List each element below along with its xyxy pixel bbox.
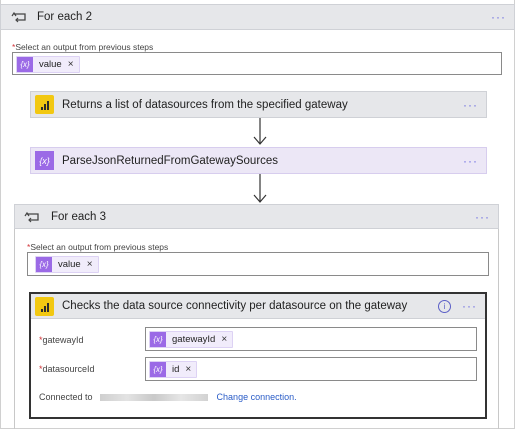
remove-token-icon[interactable]: × bbox=[68, 59, 74, 70]
loop-icon bbox=[11, 11, 26, 23]
for-each-2-select-label: *Select an output from previous steps bbox=[12, 42, 154, 52]
gateway-id-token[interactable]: {x} gatewayId × bbox=[149, 331, 234, 348]
expression-icon: {x} bbox=[150, 332, 166, 347]
connected-to-label: Connected to bbox=[39, 392, 93, 402]
expression-icon: {x} bbox=[17, 57, 33, 72]
more-options-icon[interactable]: ··· bbox=[462, 299, 477, 313]
expression-icon: {x} bbox=[36, 257, 52, 272]
remove-token-icon[interactable]: × bbox=[87, 259, 93, 270]
more-options-icon[interactable]: ··· bbox=[463, 154, 478, 168]
gateway-id-field[interactable]: {x} gatewayId × bbox=[145, 327, 477, 351]
expression-icon: {x} bbox=[150, 362, 166, 377]
for-each-2-title: For each 2 bbox=[37, 11, 92, 23]
power-bi-icon bbox=[35, 95, 54, 114]
power-bi-icon bbox=[35, 297, 54, 316]
connection-name-redacted bbox=[99, 393, 208, 401]
parse-json-title: ParseJsonReturnedFromGatewaySources bbox=[62, 154, 279, 167]
info-icon[interactable]: i bbox=[438, 300, 451, 313]
remove-token-icon[interactable]: × bbox=[185, 364, 191, 375]
for-each-3-header[interactable]: For each 3 ··· bbox=[14, 204, 499, 229]
more-options-icon[interactable]: ··· bbox=[491, 10, 506, 24]
for-each-3-select-field[interactable]: {x} value × bbox=[27, 252, 489, 276]
get-datasources-action[interactable]: Returns a list of datasources from the s… bbox=[30, 91, 487, 118]
expression-icon: {x} bbox=[35, 151, 54, 170]
for-each-2-header[interactable]: For each 2 ··· bbox=[0, 4, 515, 30]
for-each-3-select-label: *Select an output from previous steps bbox=[27, 242, 169, 252]
remove-token-icon[interactable]: × bbox=[221, 334, 227, 345]
datasource-id-field[interactable]: {x} id × bbox=[145, 357, 477, 381]
flow-arrow-icon bbox=[253, 118, 267, 145]
check-connectivity-header[interactable]: Checks the data source connectivity per … bbox=[31, 294, 485, 319]
value-token[interactable]: {x} value × bbox=[16, 56, 80, 73]
for-each-3-title: For each 3 bbox=[51, 210, 106, 223]
for-each-2-select-field[interactable]: {x} value × bbox=[12, 52, 502, 75]
flow-arrow-icon bbox=[253, 174, 267, 203]
loop-icon bbox=[24, 211, 39, 222]
value-token[interactable]: {x} value × bbox=[35, 256, 99, 273]
more-options-icon[interactable]: ··· bbox=[463, 98, 478, 112]
more-options-icon[interactable]: ··· bbox=[475, 210, 490, 224]
check-connectivity-title: Checks the data source connectivity per … bbox=[62, 300, 408, 312]
datasource-id-token[interactable]: {x} id × bbox=[149, 361, 198, 378]
connection-footer: Connected to Change connection. bbox=[39, 392, 297, 402]
check-connectivity-action[interactable]: Checks the data source connectivity per … bbox=[29, 292, 487, 419]
datasource-id-label: *datasourceId bbox=[39, 364, 95, 374]
change-connection-link[interactable]: Change connection. bbox=[217, 392, 297, 402]
gateway-id-label: *gatewayId bbox=[39, 335, 84, 345]
get-datasources-title: Returns a list of datasources from the s… bbox=[62, 98, 348, 111]
parse-json-action[interactable]: {x} ParseJsonReturnedFromGatewaySources … bbox=[30, 147, 487, 174]
